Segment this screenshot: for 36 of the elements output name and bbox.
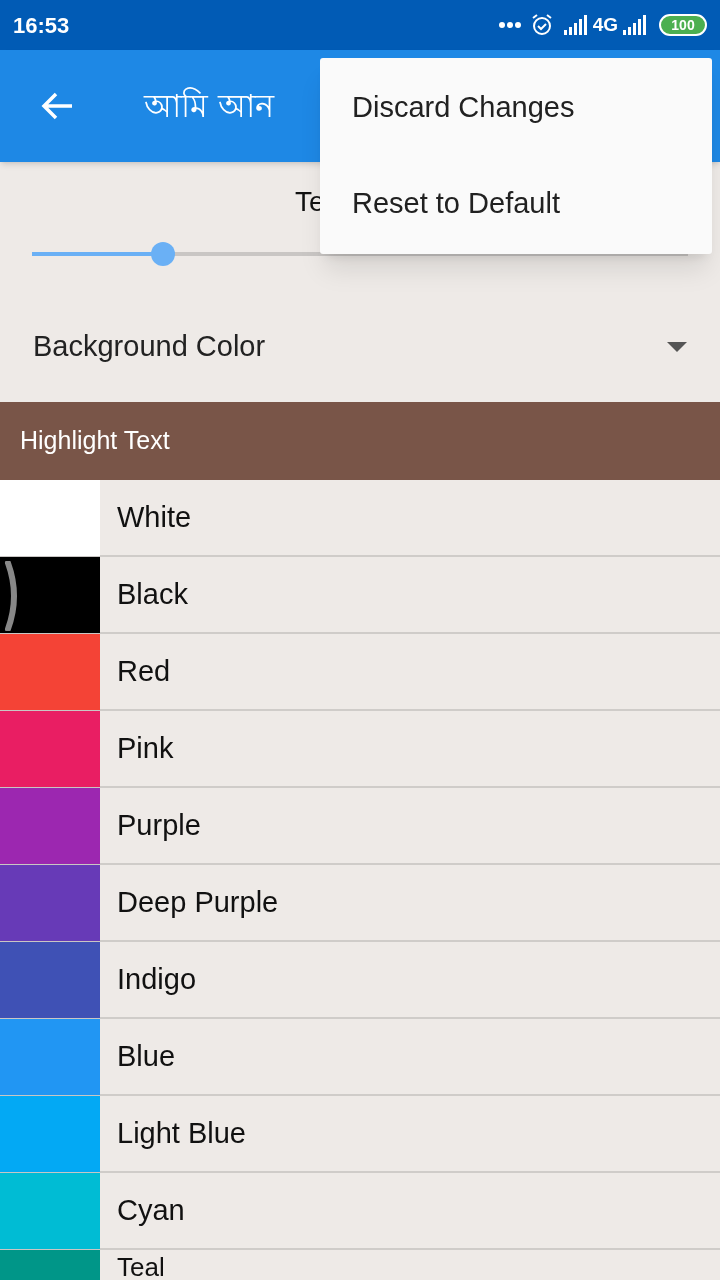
color-option[interactable]: Purple	[0, 788, 720, 865]
signal-icon	[563, 15, 590, 35]
color-name: Pink	[117, 730, 174, 766]
color-option[interactable]: Deep Purple	[0, 865, 720, 942]
network-type: 4G	[592, 12, 618, 37]
back-arrow-icon[interactable]	[40, 91, 74, 121]
more-dots-icon	[497, 21, 522, 29]
background-color-dropdown[interactable]: Background Color	[0, 292, 720, 402]
menu-item[interactable]: Reset to Default	[320, 156, 712, 252]
color-option[interactable]: Light Blue	[0, 1096, 720, 1173]
color-name: Red	[117, 653, 171, 689]
signal-icon	[623, 15, 649, 35]
menu-item[interactable]: Discard Changes	[320, 60, 712, 156]
dropdown-caret-icon	[667, 342, 687, 352]
color-option[interactable]: Pink	[0, 711, 720, 788]
color-option[interactable]: Black	[0, 557, 720, 634]
color-name: Black	[117, 576, 188, 612]
color-name: Indigo	[117, 961, 196, 997]
status-time: 16:53	[13, 11, 70, 40]
slider-thumb[interactable]	[151, 242, 176, 266]
color-option[interactable]: Cyan	[0, 1173, 720, 1250]
color-option[interactable]: White	[0, 480, 720, 557]
color-option[interactable]: Indigo	[0, 942, 720, 1019]
color-option[interactable]: Red	[0, 634, 720, 711]
color-name: Purple	[117, 807, 201, 843]
color-name: Teal	[117, 1252, 165, 1280]
color-name: Blue	[117, 1038, 176, 1074]
app-title: আমি আন	[144, 86, 275, 127]
color-option[interactable]: Blue	[0, 1019, 720, 1096]
section-title: Highlight Text	[20, 425, 170, 457]
color-name: Cyan	[117, 1192, 185, 1228]
battery-level: 100	[659, 14, 707, 36]
color-name: Light Blue	[117, 1115, 246, 1151]
color-name: White	[117, 499, 192, 535]
color-option[interactable]: Teal	[0, 1250, 720, 1280]
color-name: Deep Purple	[117, 884, 279, 920]
